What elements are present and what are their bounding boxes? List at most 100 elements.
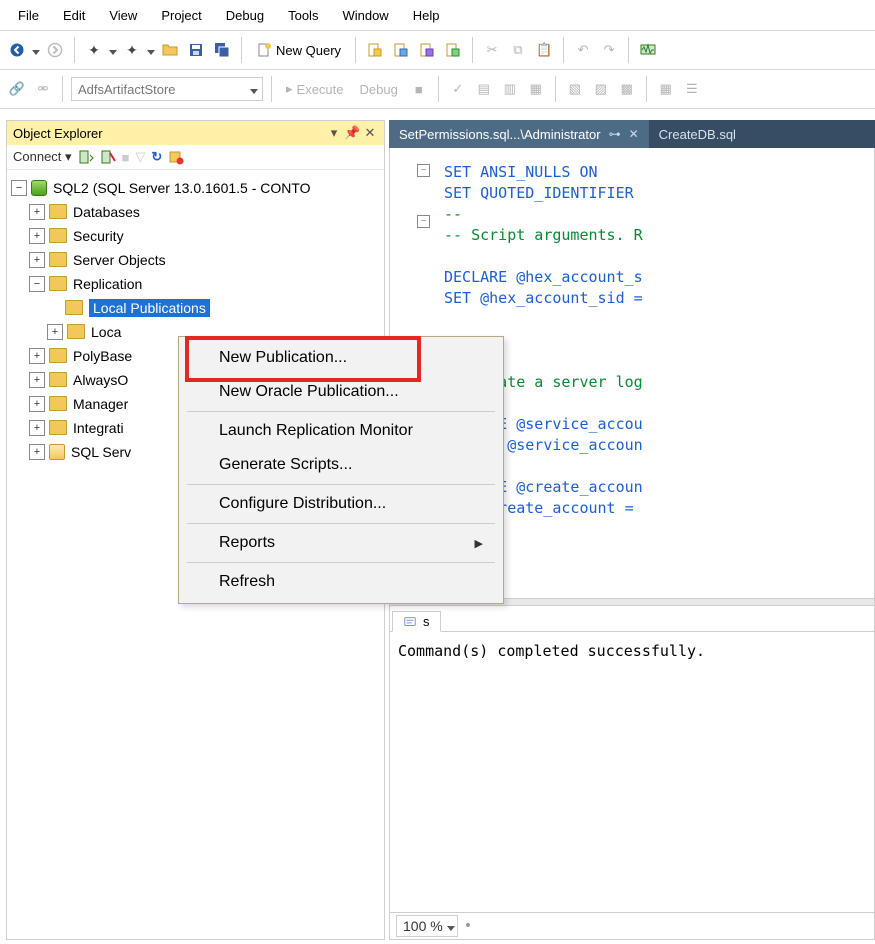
db-query-button-4[interactable] [442,39,464,61]
tab-setpermissions[interactable]: SetPermissions.sql...\Administrator ⊶ ✕ [389,120,649,148]
db-doc-icon [367,42,383,58]
new-item-button[interactable]: ✦ [121,39,143,61]
expand-icon[interactable]: + [29,396,45,412]
nav-back-icon [9,42,25,58]
new-query-button[interactable]: New Query [250,40,347,60]
parse-button: ✓ [447,78,469,100]
tree-databases[interactable]: + Databases [11,200,380,224]
context-label: Generate Scripts... [219,456,352,474]
collapse-icon[interactable]: − [11,180,27,196]
context-generate-scripts[interactable]: Generate Scripts... [181,448,501,482]
execute-label: Execute [297,82,344,97]
tab-label: CreateDB.sql [659,127,736,142]
debug-button: Debug [354,80,404,99]
document-tab-strip: SetPermissions.sql...\Administrator ⊶ ✕ … [389,120,875,148]
context-label: Refresh [219,573,275,591]
new-query-icon [256,42,272,58]
pin-icon[interactable]: ⊶ [609,127,621,141]
connect-server-button[interactable] [78,149,94,165]
menu-edit[interactable]: Edit [51,4,97,27]
autohide-button[interactable]: 📌 [344,125,360,141]
open-button[interactable] [159,39,181,61]
tree-label: Replication [73,276,142,292]
tree-replication[interactable]: − Replication [11,272,380,296]
tree-local-publications[interactable]: Local Publications [11,296,380,320]
include-stats-icon: ▨ [595,81,607,97]
menu-file[interactable]: File [6,4,51,27]
connect-dropdown[interactable]: Connect ▾ [13,149,72,165]
nav-back-split-icon[interactable] [32,43,40,58]
db-doc-icon-4 [445,42,461,58]
tree-label: Server Objects [73,252,166,268]
menu-help[interactable]: Help [401,4,452,27]
db-query-button-1[interactable] [364,39,386,61]
tree-server-objects[interactable]: + Server Objects [11,248,380,272]
refresh-button-oe[interactable]: ↻ [151,149,162,165]
context-launch-replication-monitor[interactable]: Launch Replication Monitor [181,414,501,448]
expand-icon[interactable]: + [47,324,63,340]
server-disconnect-icon [100,149,116,165]
tree-server-node[interactable]: − SQL2 (SQL Server 13.0.1601.5 - CONTO [11,176,380,200]
context-label: New Publication... [219,349,347,367]
new-project-button[interactable]: ✦ [83,39,105,61]
db-query-button-3[interactable] [416,39,438,61]
collapse-icon[interactable]: − [29,276,45,292]
disconnect-server-button[interactable] [100,149,116,165]
menu-project[interactable]: Project [149,4,213,27]
registered-servers-button[interactable] [168,149,184,165]
close-icon[interactable]: ✕ [629,127,639,141]
window-position-button[interactable]: ▾ [326,125,342,141]
nav-back-button[interactable] [6,39,28,61]
expand-icon[interactable]: + [29,204,45,220]
database-combo[interactable]: AdfsArtifactStore [71,77,263,101]
fold-icon[interactable]: − [417,164,430,177]
undo-button: ↶ [572,39,594,61]
undo-icon: ↶ [578,42,589,58]
context-refresh[interactable]: Refresh [181,565,501,599]
server-icon [31,179,53,198]
tree-security[interactable]: + Security [11,224,380,248]
tree-label: Databases [73,204,140,220]
estimated-plan-button: ▤ [473,78,495,100]
context-label: Launch Replication Monitor [219,422,413,440]
expand-icon[interactable]: + [29,444,45,460]
folder-icon [49,275,73,293]
grid-icon: ▦ [660,81,672,97]
context-new-publication[interactable]: New Publication... [181,341,501,375]
check-icon: ✓ [452,81,463,97]
copy-button: ⧉ [507,39,529,61]
db-doc-icon-2 [393,42,409,58]
plan-icon: ▤ [478,81,490,97]
expand-icon[interactable]: + [29,228,45,244]
save-all-icon [214,42,230,58]
menu-view[interactable]: View [97,4,149,27]
new-item-split-icon[interactable] [147,43,155,58]
context-label: Reports [219,534,275,552]
expand-icon[interactable]: + [29,252,45,268]
zoom-combo[interactable]: 100 % [396,915,458,937]
db-query-button-2[interactable] [390,39,412,61]
new-project-split-icon[interactable] [109,43,117,58]
save-all-button[interactable] [211,39,233,61]
expand-icon[interactable]: + [29,420,45,436]
menu-window[interactable]: Window [330,4,400,27]
tab-createdb[interactable]: CreateDB.sql [649,120,746,148]
expand-icon[interactable]: + [29,372,45,388]
folder-icon [49,419,73,437]
sql-toolbar: 🔗 ⚮ AdfsArtifactStore ▸ Execute Debug ■ … [0,70,875,109]
expand-icon[interactable]: + [29,348,45,364]
context-configure-distribution[interactable]: Configure Distribution... [181,487,501,521]
save-button[interactable] [185,39,207,61]
copy-icon: ⧉ [513,42,522,58]
menu-tools[interactable]: Tools [276,4,330,27]
close-panel-button[interactable]: ✕ [362,125,378,141]
editor-status-bar: 100 % • [390,912,874,939]
activity-monitor-button[interactable] [637,39,659,61]
disconnect-button: ⚮ [32,78,54,100]
fold-icon[interactable]: − [417,215,430,228]
messages-body[interactable]: Command(s) completed successfully. [390,631,874,912]
menu-debug[interactable]: Debug [214,4,276,27]
messages-tab[interactable]: s [392,611,441,632]
context-reports[interactable]: Reports [181,526,501,560]
context-new-oracle-publication[interactable]: New Oracle Publication... [181,375,501,409]
